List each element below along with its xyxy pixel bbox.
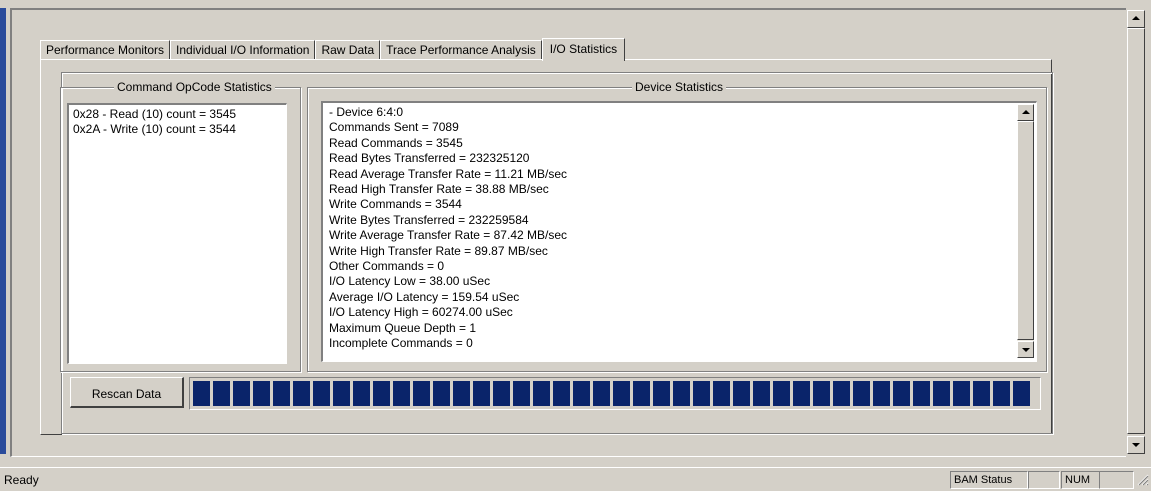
resize-grip-icon[interactable] xyxy=(1137,474,1149,486)
opcode-statistics-title: Command OpCode Statistics xyxy=(114,80,275,94)
scroll-thumb[interactable] xyxy=(1017,121,1034,340)
rescan-data-button[interactable]: Rescan Data xyxy=(70,377,184,408)
list-item: 0x2A - Write (10) count = 3544 xyxy=(73,122,236,137)
status-pane-bam: BAM Status xyxy=(950,471,1028,489)
list-item: I/O Latency Low = 38.00 uSec xyxy=(329,274,491,289)
list-item: Write Bytes Transferred = 232259584 xyxy=(329,212,529,227)
progress-block xyxy=(213,381,230,406)
progress-block xyxy=(453,381,470,406)
list-item: I/O Latency High = 60274.00 uSec xyxy=(329,305,513,320)
tab-trace-performance-analysis[interactable]: Trace Performance Analysis xyxy=(380,40,542,60)
window-scrollbar[interactable] xyxy=(1127,10,1145,454)
progress-block xyxy=(773,381,790,406)
scroll-up-button[interactable] xyxy=(1017,104,1034,121)
progress-block xyxy=(833,381,850,406)
list-item: - Device 6:4:0 xyxy=(329,105,404,119)
progress-block xyxy=(273,381,290,406)
list-item: Commands Sent = 7089 xyxy=(329,120,459,135)
opcode-statistics-group: Command OpCode Statistics 0x28 - Read (1… xyxy=(60,80,301,372)
list-item: Other Commands = 0 xyxy=(329,259,445,274)
progress-block xyxy=(493,381,510,406)
progress-block xyxy=(253,381,270,406)
device-statistics-list[interactable]: - Device 6:4:0 Commands Sent = 7089 Read… xyxy=(321,101,1037,362)
scroll-down-button[interactable] xyxy=(1017,341,1034,358)
progress-fill xyxy=(193,381,1037,406)
progress-block xyxy=(733,381,750,406)
progress-block xyxy=(1013,381,1030,406)
arrow-down-icon xyxy=(1022,348,1030,352)
progress-block xyxy=(673,381,690,406)
progress-block xyxy=(353,381,370,406)
progress-block xyxy=(813,381,830,406)
progress-block xyxy=(373,381,390,406)
device-statistics-group: Device Statistics - Device 6:4:0 Command… xyxy=(307,80,1047,372)
progress-block xyxy=(553,381,570,406)
progress-block xyxy=(193,381,210,406)
list-item: Read High Transfer Rate = 38.88 MB/sec xyxy=(329,182,549,197)
progress-block xyxy=(533,381,550,406)
list-item: Incomplete Commands = 0 xyxy=(329,336,473,351)
tab-performance-monitors[interactable]: Performance Monitors xyxy=(40,40,171,60)
list-item: Write Commands = 3544 xyxy=(329,197,462,212)
window-scroll-thumb[interactable] xyxy=(1127,28,1145,434)
progress-block xyxy=(693,381,710,406)
progress-block xyxy=(933,381,950,406)
list-item: Write Average Transfer Rate = 87.42 MB/s… xyxy=(329,228,568,243)
progress-block xyxy=(973,381,990,406)
device-statistics-title: Device Statistics xyxy=(632,80,727,94)
arrow-up-icon xyxy=(1132,16,1140,20)
progress-block xyxy=(873,381,890,406)
progress-block xyxy=(293,381,310,406)
list-item: Maximum Queue Depth = 1 xyxy=(329,320,477,335)
progress-block xyxy=(913,381,930,406)
status-pane-empty xyxy=(1099,471,1134,489)
progress-block xyxy=(613,381,630,406)
tab-individual-io-information[interactable]: Individual I/O Information xyxy=(170,40,316,60)
progress-block xyxy=(853,381,870,406)
progress-block xyxy=(593,381,610,406)
progress-block xyxy=(793,381,810,406)
tab-strip: Performance Monitors Individual I/O Info… xyxy=(40,38,626,61)
progress-block xyxy=(233,381,250,406)
status-bar: Ready BAM Status NUM xyxy=(0,467,1151,491)
progress-block xyxy=(313,381,330,406)
progress-block xyxy=(633,381,650,406)
window-scroll-down-button[interactable] xyxy=(1127,436,1145,454)
progress-block xyxy=(713,381,730,406)
progress-block xyxy=(413,381,430,406)
progress-block xyxy=(573,381,590,406)
progress-block xyxy=(953,381,970,406)
progress-block xyxy=(433,381,450,406)
progress-bar xyxy=(189,377,1041,410)
progress-block xyxy=(393,381,410,406)
progress-block xyxy=(473,381,490,406)
list-item: 0x28 - Read (10) count = 3545 xyxy=(73,107,237,121)
list-item: Read Bytes Transferred = 232325120 xyxy=(329,151,530,166)
window-scroll-up-button[interactable] xyxy=(1127,10,1145,28)
progress-block xyxy=(753,381,770,406)
tab-raw-data[interactable]: Raw Data xyxy=(315,40,381,60)
progress-block xyxy=(333,381,350,406)
status-pane-num: NUM xyxy=(1061,471,1100,489)
tab-io-statistics[interactable]: I/O Statistics xyxy=(541,38,626,61)
progress-block xyxy=(893,381,910,406)
arrow-up-icon xyxy=(1022,110,1030,114)
list-item: Read Commands = 3545 xyxy=(329,135,463,150)
arrow-down-icon xyxy=(1132,443,1140,447)
progress-block xyxy=(513,381,530,406)
opcode-list[interactable]: 0x28 - Read (10) count = 3545 0x2A - Wri… xyxy=(67,103,287,364)
list-item: Read Average Transfer Rate = 11.21 MB/se… xyxy=(329,166,568,181)
progress-block xyxy=(993,381,1010,406)
list-item: Write High Transfer Rate = 89.87 MB/sec xyxy=(329,243,548,258)
list-item: Average I/O Latency = 159.54 uSec xyxy=(329,289,520,304)
status-text: Ready xyxy=(4,473,39,487)
window-accent-bar xyxy=(0,8,6,454)
status-pane-empty xyxy=(1028,471,1060,489)
device-list-scrollbar[interactable] xyxy=(1017,104,1034,358)
progress-block xyxy=(653,381,670,406)
device-statistics-lines: - Device 6:4:0 Commands Sent = 7089 Read… xyxy=(323,103,1036,354)
